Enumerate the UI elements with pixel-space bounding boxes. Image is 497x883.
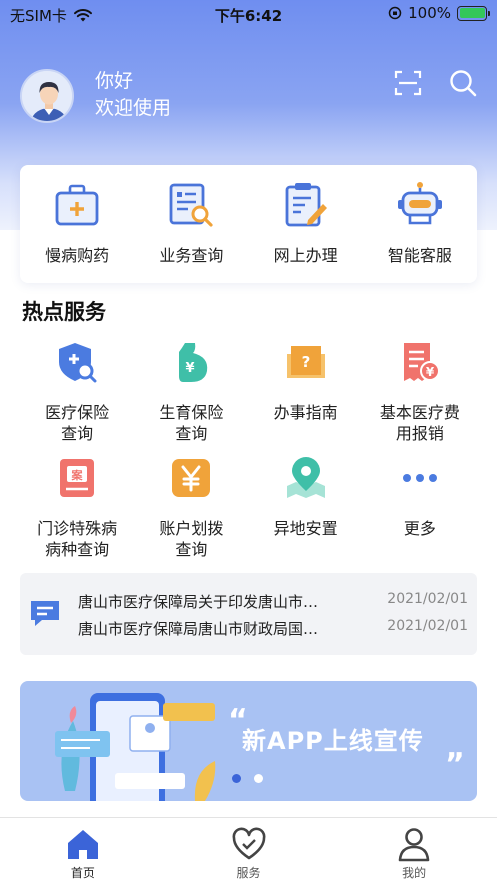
tab-label: 我的 xyxy=(402,866,427,880)
banner-title: 新APP上线宣传 xyxy=(242,727,424,755)
tab-home[interactable]: 首页 xyxy=(0,818,166,883)
clipboard-edit-icon xyxy=(285,183,327,227)
shield-plus-search-icon xyxy=(59,343,97,383)
news-date: 2021/02/01 xyxy=(387,618,468,634)
service-label-line1: 更多 xyxy=(403,519,436,538)
pregnancy-yuan-icon: ¥ xyxy=(179,343,208,382)
orientation-lock-icon xyxy=(388,6,402,20)
quick-action-chronic-medicine[interactable]: 慢病购药 xyxy=(20,165,134,283)
service-label-line1: 医疗保险 xyxy=(45,403,110,422)
greeting-block: 你好 欢迎使用 xyxy=(95,68,171,122)
pagination-dot[interactable] xyxy=(232,774,241,783)
hot-services-title: 热点服务 xyxy=(22,300,106,324)
avatar[interactable] xyxy=(20,69,74,123)
svg-text:案: 案 xyxy=(71,468,84,482)
pagination-dot[interactable] xyxy=(254,774,263,783)
service-maternity-insurance-query[interactable]: ¥ 生育保险 查询 xyxy=(134,340,248,452)
service-account-transfer-query[interactable]: 账户划拨 查询 xyxy=(134,456,248,568)
tab-label: 服务 xyxy=(236,866,261,880)
heart-icon xyxy=(232,827,265,860)
service-label-line1: 账户划拨 xyxy=(159,519,224,538)
battery-icon xyxy=(457,5,490,21)
medical-kit-icon xyxy=(55,184,99,226)
service-label-line2: 查询 xyxy=(175,540,208,559)
service-special-disease-query[interactable]: 案 门诊特殊病 病种查询 xyxy=(20,456,134,568)
svg-text:¥: ¥ xyxy=(186,361,195,376)
search-icon[interactable] xyxy=(448,68,478,98)
case-file-icon: 案 xyxy=(60,459,95,497)
promo-banner[interactable]: “ 新APP上线宣传 ” xyxy=(20,681,477,801)
service-label-line2: 查询 xyxy=(175,424,208,443)
service-more[interactable]: 更多 xyxy=(363,456,477,568)
tab-mine[interactable]: 我的 xyxy=(331,818,497,883)
quick-action-online-processing[interactable]: 网上办理 xyxy=(249,165,363,283)
scan-icon[interactable] xyxy=(393,68,423,98)
yuan-account-icon xyxy=(172,459,211,497)
location-map-icon xyxy=(286,457,325,498)
service-label-line2: 查询 xyxy=(61,424,94,443)
service-label-line2: 用报销 xyxy=(395,424,444,443)
guide-book-icon: ? xyxy=(286,346,325,378)
home-icon xyxy=(67,830,98,859)
message-icon xyxy=(31,601,59,626)
more-dots-icon xyxy=(402,474,437,482)
service-medical-insurance-query[interactable]: 医疗保险 查询 xyxy=(20,340,134,452)
welcome-text: 欢迎使用 xyxy=(95,97,172,119)
service-medical-reimbursement[interactable]: ¥ 基本医疗费 用报销 xyxy=(363,340,477,452)
banner-pagination xyxy=(232,774,263,783)
quick-action-label: 业务查询 xyxy=(159,246,224,265)
tab-bar: 首页 服务 我的 xyxy=(0,817,497,883)
tab-label: 首页 xyxy=(70,866,95,880)
quick-actions-card: 慢病购药 业务查询 网上办理 智能客服 xyxy=(20,165,477,283)
receipt-yuan-icon: ¥ xyxy=(403,343,440,381)
tab-services[interactable]: 服务 xyxy=(166,818,332,883)
hot-services-grid: 医疗保险 查询 ¥ 生育保险 查询 ? 办事指南 ¥ 基本医疗费 用报销 案 门… xyxy=(20,340,477,568)
service-label-line1: 异地安置 xyxy=(273,519,338,538)
news-date: 2021/02/01 xyxy=(387,591,468,607)
service-label-line1: 基本医疗费 xyxy=(379,403,460,422)
status-bar: 无SIM卡 下午6:42 100% xyxy=(0,0,497,30)
news-panel: 唐山市医疗保障局关于印发唐山市… 2021/02/01 唐山市医疗保障局唐山市财… xyxy=(20,573,477,655)
document-search-icon xyxy=(169,183,213,227)
greeting-text: 你好 xyxy=(95,70,134,92)
robot-icon xyxy=(397,182,442,225)
service-label-line1: 生育保险 xyxy=(159,403,224,422)
quick-action-smart-service[interactable]: 智能客服 xyxy=(363,165,477,283)
svg-text:?: ? xyxy=(301,353,310,371)
service-relocation[interactable]: 异地安置 xyxy=(249,456,363,568)
service-label-line2: 病种查询 xyxy=(45,540,110,559)
quick-action-business-query[interactable]: 业务查询 xyxy=(134,165,248,283)
service-guide[interactable]: ? 办事指南 xyxy=(249,340,363,452)
quick-action-label: 慢病购药 xyxy=(45,246,110,265)
news-title: 唐山市医疗保障局唐山市财政局国… xyxy=(78,620,319,638)
svg-text:¥: ¥ xyxy=(426,365,435,379)
quick-action-label: 智能客服 xyxy=(387,246,452,265)
quick-action-label: 网上办理 xyxy=(273,246,338,265)
news-item[interactable]: 唐山市医疗保障局关于印发唐山市… 2021/02/01 xyxy=(78,591,468,612)
banner-illustration xyxy=(55,693,216,801)
news-item[interactable]: 唐山市医疗保障局唐山市财政局国… 2021/02/01 xyxy=(78,618,468,639)
banner-quote-close: ” xyxy=(445,747,465,782)
user-icon xyxy=(398,828,430,862)
battery-percent: 100% xyxy=(408,4,451,22)
news-title: 唐山市医疗保障局关于印发唐山市… xyxy=(78,593,319,611)
service-label-line1: 门诊特殊病 xyxy=(37,519,118,538)
service-label-line1: 办事指南 xyxy=(273,403,338,422)
